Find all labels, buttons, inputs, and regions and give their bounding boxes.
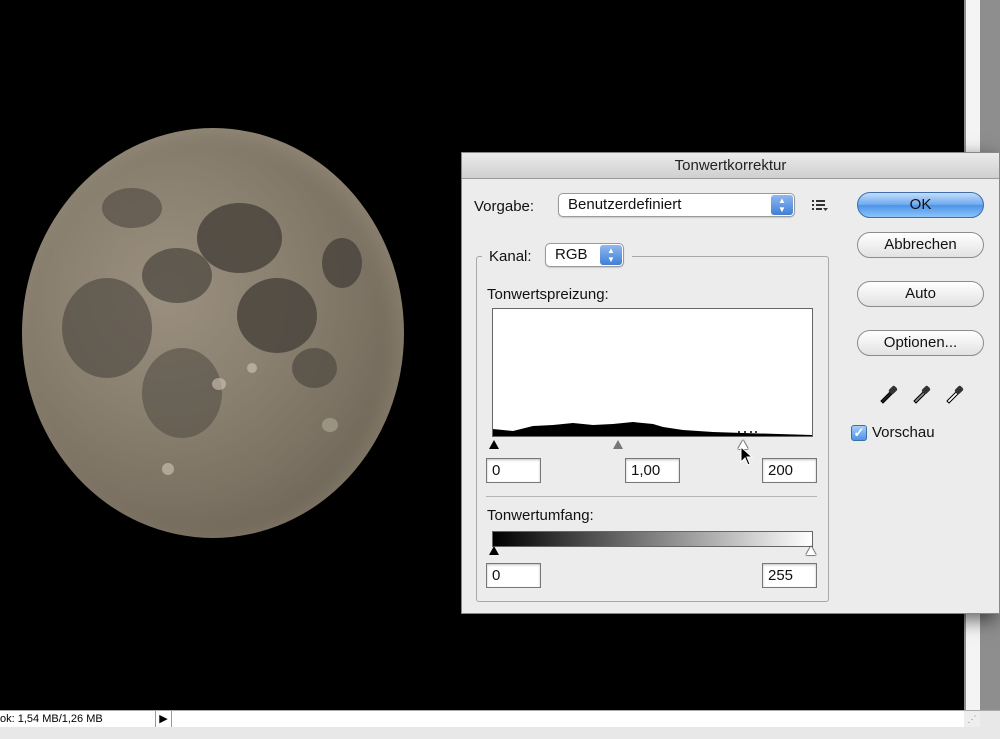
cancel-button[interactable]: Abbrechen [857,232,984,258]
dialog-title[interactable]: Tonwertkorrektur [462,153,999,179]
preset-label: Vorgabe: [474,198,535,215]
levels-dialog: Tonwertkorrektur Vorgabe: Benutzerdefini… [461,152,1000,614]
input-black-slider[interactable] [489,440,499,449]
preset-select[interactable]: Benutzerdefiniert ▲ ▼ [558,193,795,217]
resize-grip-icon[interactable]: ⋰ [964,711,980,727]
horizontal-scrollbar[interactable] [172,711,964,727]
input-gamma-field[interactable]: 1,00 [625,458,680,483]
status-bar: ok: 1,54 MB/1,26 MB ▶ ⋰ [0,710,1000,739]
histogram-graph [493,422,812,436]
histogram [492,308,813,437]
preset-value: Benutzerdefiniert [568,196,682,213]
popup-arrows-icon: ▲ ▼ [600,245,622,265]
input-black-field[interactable]: 0 [486,458,541,483]
options-button[interactable]: Optionen... [857,330,984,356]
document-size-info: ok: 1,54 MB/1,26 MB [0,711,156,727]
output-gradient-bar [492,531,813,547]
channel-select[interactable]: RGB ▲ ▼ [545,243,624,267]
channel-value: RGB [555,246,588,263]
preview-checkbox[interactable]: ✓ [851,425,867,441]
input-gamma-slider[interactable] [613,440,623,449]
auto-button[interactable]: Auto [857,281,984,307]
white-point-eyedropper-icon[interactable] [944,382,966,404]
gray-point-eyedropper-icon[interactable] [911,382,933,404]
preset-options-icon[interactable] [812,199,828,213]
output-levels-label: Tonwertumfang: [487,507,594,524]
popup-arrows-icon: ▲ ▼ [771,195,793,215]
status-menu-arrow-icon[interactable]: ▶ [156,711,172,727]
output-black-field[interactable]: 0 [486,563,541,588]
screen: ok: 1,54 MB/1,26 MB ▶ ⋰ Tonwertkorrektur… [0,0,1000,739]
channel-label: Kanal: [489,248,532,265]
output-white-slider[interactable] [806,546,816,555]
input-levels-label: Tonwertspreizung: [487,286,609,303]
separator [486,496,817,497]
output-black-slider[interactable] [489,546,499,555]
mouse-cursor-icon [740,446,754,466]
input-white-field[interactable]: 200 [762,458,817,483]
ok-button[interactable]: OK [857,192,984,218]
black-point-eyedropper-icon[interactable] [878,382,900,404]
output-white-field[interactable]: 255 [762,563,817,588]
preview-label: Vorschau [872,424,935,441]
moon-image [22,128,404,538]
